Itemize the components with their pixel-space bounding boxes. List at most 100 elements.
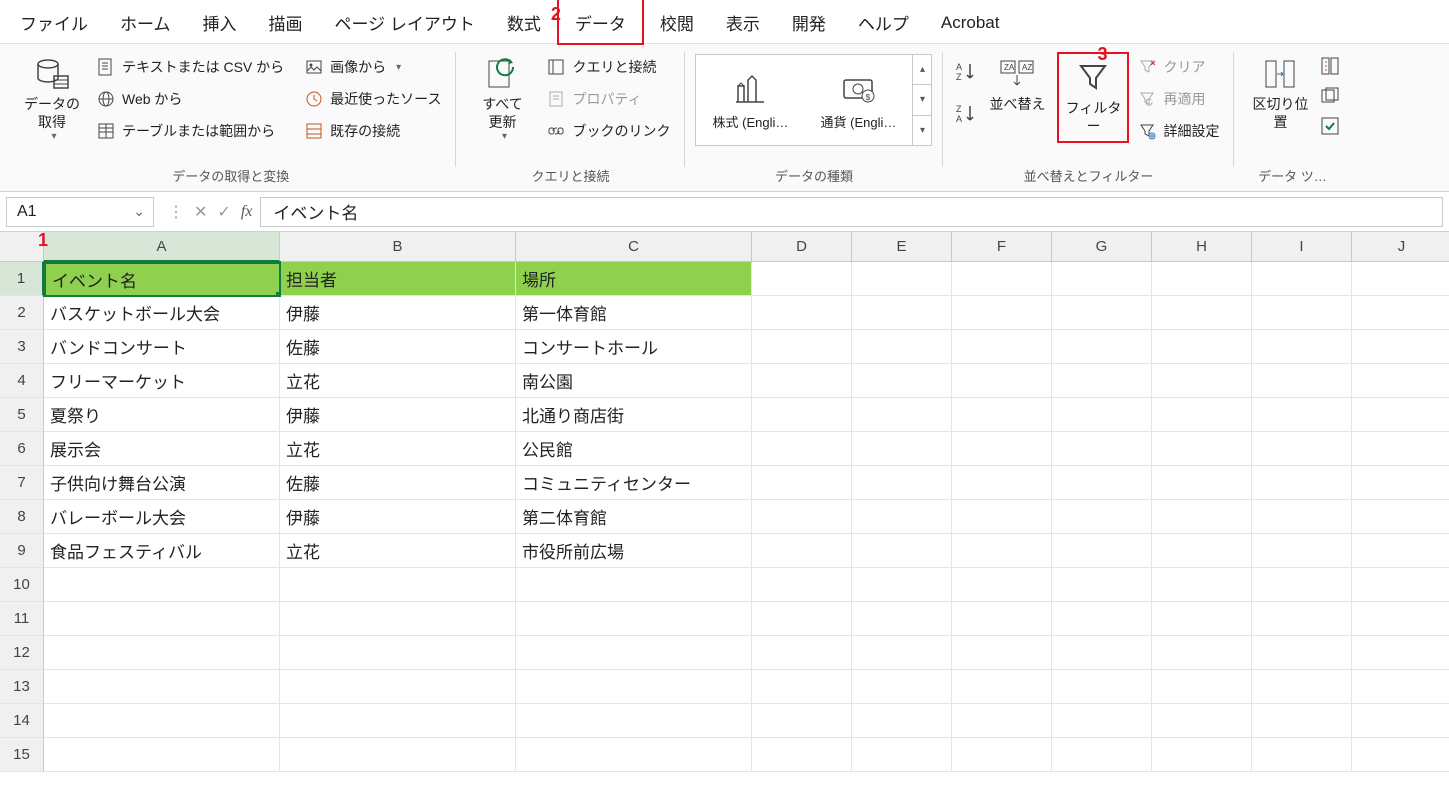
tab-review[interactable]: 校閲	[644, 0, 710, 43]
workbook-links-button[interactable]: ブックのリンク	[542, 118, 674, 144]
queries-connections-button[interactable]: クエリと接続	[542, 54, 674, 80]
cell[interactable]	[1152, 534, 1252, 568]
cell[interactable]: 展示会	[44, 432, 280, 466]
cell[interactable]	[752, 262, 852, 296]
cell[interactable]	[852, 330, 952, 364]
cell[interactable]	[1352, 738, 1449, 772]
cell[interactable]	[1252, 398, 1352, 432]
cell[interactable]	[1252, 534, 1352, 568]
cell[interactable]	[852, 432, 952, 466]
cell[interactable]	[1352, 670, 1449, 704]
cell[interactable]	[952, 364, 1052, 398]
cell[interactable]: 市役所前広場	[516, 534, 752, 568]
cell[interactable]	[952, 704, 1052, 738]
col-header-C[interactable]: C	[516, 232, 752, 262]
cell[interactable]	[752, 534, 852, 568]
from-web-button[interactable]: Web から	[92, 86, 288, 112]
cell[interactable]	[752, 330, 852, 364]
cancel-formula-button[interactable]: ✕	[194, 202, 207, 222]
cell[interactable]	[752, 568, 852, 602]
cell[interactable]	[952, 296, 1052, 330]
tab-acrobat[interactable]: Acrobat	[925, 3, 1016, 41]
cell[interactable]	[1352, 296, 1449, 330]
data-validation-button[interactable]	[1320, 116, 1340, 136]
cell[interactable]	[280, 602, 516, 636]
sort-asc-button[interactable]: AZ	[953, 60, 977, 84]
cell[interactable]	[1152, 432, 1252, 466]
cell[interactable]	[752, 670, 852, 704]
cell[interactable]	[1252, 636, 1352, 670]
cell[interactable]	[44, 636, 280, 670]
cell[interactable]	[852, 568, 952, 602]
cell[interactable]	[1052, 670, 1152, 704]
cell[interactable]	[44, 568, 280, 602]
row-header-1[interactable]: 1	[0, 262, 44, 296]
row-header-14[interactable]: 14	[0, 704, 44, 738]
cell[interactable]	[516, 704, 752, 738]
cell[interactable]	[952, 534, 1052, 568]
cell[interactable]	[280, 704, 516, 738]
cell[interactable]	[44, 670, 280, 704]
sort-desc-button[interactable]: ZA	[953, 102, 977, 126]
cell[interactable]	[1252, 262, 1352, 296]
cell[interactable]	[952, 568, 1052, 602]
cell[interactable]	[1252, 704, 1352, 738]
tab-draw[interactable]: 描画	[253, 0, 319, 43]
cell[interactable]	[852, 262, 952, 296]
cell[interactable]	[1252, 466, 1352, 500]
from-table-range-button[interactable]: テーブルまたは範囲から	[92, 118, 288, 144]
col-header-B[interactable]: B	[280, 232, 516, 262]
cell[interactable]	[1052, 466, 1152, 500]
cell[interactable]	[852, 738, 952, 772]
cell[interactable]	[280, 568, 516, 602]
cell[interactable]	[852, 636, 952, 670]
cell[interactable]: コンサートホール	[516, 330, 752, 364]
cell[interactable]	[752, 364, 852, 398]
cell[interactable]	[1352, 432, 1449, 466]
tab-home[interactable]: ホーム	[104, 0, 187, 43]
cell[interactable]	[280, 738, 516, 772]
cell[interactable]	[752, 296, 852, 330]
cell[interactable]: 南公園	[516, 364, 752, 398]
tab-view[interactable]: 表示	[710, 0, 776, 43]
more-ops-button[interactable]: ⋮	[168, 202, 184, 222]
row-header-5[interactable]: 5	[0, 398, 44, 432]
col-header-A[interactable]: A	[44, 232, 280, 262]
cell[interactable]	[852, 602, 952, 636]
cell[interactable]: 立花	[280, 534, 516, 568]
cell[interactable]	[1252, 670, 1352, 704]
cell[interactable]	[1352, 262, 1449, 296]
cell[interactable]	[1052, 432, 1152, 466]
flash-fill-button[interactable]	[1320, 56, 1340, 76]
cell[interactable]: 担当者	[280, 262, 516, 296]
from-text-csv-button[interactable]: テキストまたは CSV から	[92, 54, 288, 80]
cell[interactable]	[1152, 398, 1252, 432]
cell[interactable]: 公民館	[516, 432, 752, 466]
row-header-8[interactable]: 8	[0, 500, 44, 534]
cell[interactable]	[852, 500, 952, 534]
advanced-filter-button[interactable]: 詳細設定	[1133, 118, 1223, 144]
cell[interactable]	[1152, 500, 1252, 534]
cell[interactable]	[44, 602, 280, 636]
cell[interactable]: 佐藤	[280, 330, 516, 364]
stock-type-button[interactable]: 株式 (Engli…	[696, 55, 804, 145]
cell[interactable]	[280, 670, 516, 704]
cell[interactable]: 伊藤	[280, 398, 516, 432]
tab-help[interactable]: ヘルプ	[842, 0, 925, 43]
cell[interactable]	[516, 670, 752, 704]
row-header-13[interactable]: 13	[0, 670, 44, 704]
cell[interactable]	[1052, 262, 1152, 296]
row-header-15[interactable]: 15	[0, 738, 44, 772]
row-header-6[interactable]: 6	[0, 432, 44, 466]
col-header-J[interactable]: J	[1352, 232, 1449, 262]
cell[interactable]	[852, 704, 952, 738]
cell[interactable]	[752, 704, 852, 738]
cell[interactable]	[1152, 330, 1252, 364]
cell[interactable]	[952, 262, 1052, 296]
cell[interactable]	[1152, 602, 1252, 636]
cell[interactable]	[516, 738, 752, 772]
cell[interactable]	[852, 670, 952, 704]
cell[interactable]	[1352, 602, 1449, 636]
col-header-D[interactable]: D	[752, 232, 852, 262]
cell[interactable]	[852, 466, 952, 500]
